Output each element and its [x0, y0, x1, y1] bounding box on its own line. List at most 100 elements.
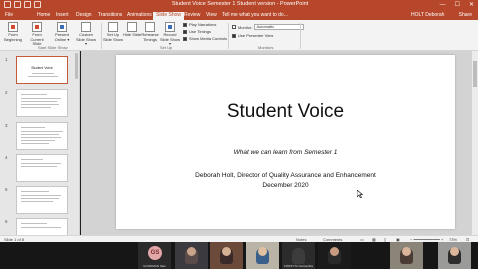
setup-icon: [108, 22, 118, 32]
participant-face: [330, 247, 339, 256]
slide-author[interactable]: Deborah Holt, Director of Quality Assura…: [116, 172, 455, 179]
thumbnail-text-line: [21, 94, 47, 95]
thumbnail-text-line: [21, 223, 47, 224]
thumbnail-text-line: [21, 166, 57, 167]
group-label-start-slide-show: Start Slide Show: [38, 45, 68, 50]
from-beginning-button[interactable]: From Beginning: [3, 22, 23, 42]
close-button[interactable]: ✕: [469, 1, 474, 10]
tab-file[interactable]: File: [5, 12, 13, 19]
participant-face: [450, 247, 459, 256]
thumbnail-text-line: [21, 131, 63, 132]
checkbox-checked: [183, 29, 187, 34]
save-icon[interactable]: [4, 1, 11, 8]
thumbnail-text-line: [21, 127, 45, 128]
powerpoint-window: Student Voice Semester 1 Student version…: [0, 0, 478, 269]
slide-thumbnail-6[interactable]: [16, 218, 68, 235]
tab-view[interactable]: View: [206, 12, 217, 19]
thumbnail-scrollbar[interactable]: [75, 53, 78, 79]
thumb-number: 1: [5, 57, 8, 62]
participant-name: GOODMAN Sian: [143, 264, 166, 268]
thumbnail-title: Student Voice: [31, 66, 53, 70]
participant-tile[interactable]: FORSYTH Samantha: [282, 242, 315, 269]
group-divider: [300, 23, 301, 49]
participant-tile[interactable]: GS GOODMAN Sian: [138, 242, 171, 269]
custom-slide-show-button[interactable]: Custom Slide Show ▾: [76, 22, 96, 47]
from-beginning-label: From Beginning: [4, 32, 22, 42]
slide-thumbnail-4[interactable]: [16, 154, 68, 182]
undo-icon[interactable]: [14, 1, 21, 8]
thumbnail-text-line: [28, 76, 58, 77]
thumbnail-text-line: [21, 98, 61, 99]
present-online-button[interactable]: Present Online ▾: [52, 22, 72, 42]
tab-home[interactable]: Home: [37, 12, 50, 19]
mouse-cursor-icon: [357, 190, 363, 198]
slide-date[interactable]: December 2020: [116, 182, 455, 189]
tab-animations[interactable]: Animations: [127, 12, 152, 19]
rehearse-label: Rehearse Timings: [141, 32, 159, 42]
present-online-label: Present Online ▾: [54, 32, 70, 42]
use-presenter-view-checkbox[interactable]: Use Presenter View: [232, 33, 273, 38]
use-timings-label: Use Timings: [189, 29, 212, 34]
show-media-controls-checkbox[interactable]: Show Media Controls: [183, 36, 227, 41]
checkbox-checked: [183, 22, 187, 27]
slide-title[interactable]: Student Voice: [116, 101, 455, 123]
set-up-slide-show-button[interactable]: Set Up Slide Show: [103, 22, 123, 42]
participant-tile[interactable]: [390, 242, 423, 269]
group-label-set-up: Set Up: [160, 45, 173, 50]
participant-tile[interactable]: [438, 242, 471, 269]
play-narrations-label: Play Narrations: [189, 22, 217, 27]
slide-canvas[interactable]: Student Voice What we can learn from Sem…: [116, 55, 455, 229]
vertical-scrollbar[interactable]: [472, 51, 478, 235]
participant-face: [222, 247, 231, 256]
slide-thumbnail-2[interactable]: [16, 89, 68, 117]
maximize-button[interactable]: ☐: [455, 1, 460, 10]
tab-transitions[interactable]: Transitions: [98, 12, 122, 19]
monitor-label: Monitor:: [238, 24, 253, 30]
use-timings-checkbox[interactable]: Use Timings: [183, 29, 211, 34]
timer-icon: [145, 22, 155, 32]
ribbon: From Beginning From Current Slide Presen…: [0, 20, 478, 51]
thumbnail-text-line: [21, 201, 53, 202]
thumbnail-text-line: [32, 73, 54, 74]
minimize-button[interactable]: —: [440, 1, 446, 10]
participant-tile[interactable]: [318, 242, 351, 269]
present-online-icon: [57, 22, 67, 32]
tab-design[interactable]: Design: [76, 12, 92, 19]
title-bar: Student Voice Semester 1 Student version…: [0, 0, 478, 11]
rehearse-timings-button[interactable]: Rehearse Timings: [140, 22, 160, 42]
quick-access-toolbar: [4, 1, 41, 10]
thumbnail-text-line: [21, 134, 59, 135]
slide-thumbnail-1[interactable]: Student Voice: [16, 56, 68, 84]
thumbnail-text-line: [21, 107, 51, 108]
from-current-slide-button[interactable]: From Current Slide: [27, 22, 47, 47]
participant-name: FORSYTH Samantha: [284, 264, 313, 268]
checkbox-checked: [232, 33, 236, 38]
share-button[interactable]: Share: [459, 12, 472, 18]
participant-face: [402, 247, 411, 256]
record-slide-show-button[interactable]: Record Slide Show ▾: [160, 22, 180, 47]
thumbnail-text-line: [21, 101, 57, 102]
tell-me-search[interactable]: Tell me what you want to do...: [222, 12, 288, 18]
thumbnail-text-line: [21, 143, 49, 144]
set-up-label: Set Up Slide Show: [103, 32, 124, 42]
slide-subtitle[interactable]: What we can learn from Semester 1: [116, 149, 455, 156]
user-name[interactable]: HOLT Deborah: [411, 12, 444, 18]
play-narrations-checkbox[interactable]: Play Narrations: [183, 22, 216, 27]
redo-icon[interactable]: [24, 1, 31, 8]
slideshow-start-icon: [8, 22, 18, 32]
start-slideshow-icon[interactable]: [34, 1, 41, 8]
slide-thumbnail-3[interactable]: [16, 122, 68, 150]
scrollbar-thumb[interactable]: [473, 61, 477, 87]
tab-insert[interactable]: Insert: [56, 12, 69, 19]
participant-tile[interactable]: [175, 242, 208, 269]
tab-review[interactable]: Review: [184, 12, 200, 19]
participant-tile[interactable]: [210, 242, 243, 269]
hide-slide-button[interactable]: Hide Slide: [122, 22, 142, 38]
participant-tile[interactable]: [246, 242, 279, 269]
group-divider: [101, 23, 102, 49]
thumbnail-text-line: [21, 227, 61, 228]
slide-thumbnail-5[interactable]: [16, 186, 68, 214]
participant-video: [292, 248, 305, 264]
tab-slide-show[interactable]: Slide Show: [153, 12, 185, 20]
monitor-select[interactable]: Automatic: [254, 24, 305, 30]
